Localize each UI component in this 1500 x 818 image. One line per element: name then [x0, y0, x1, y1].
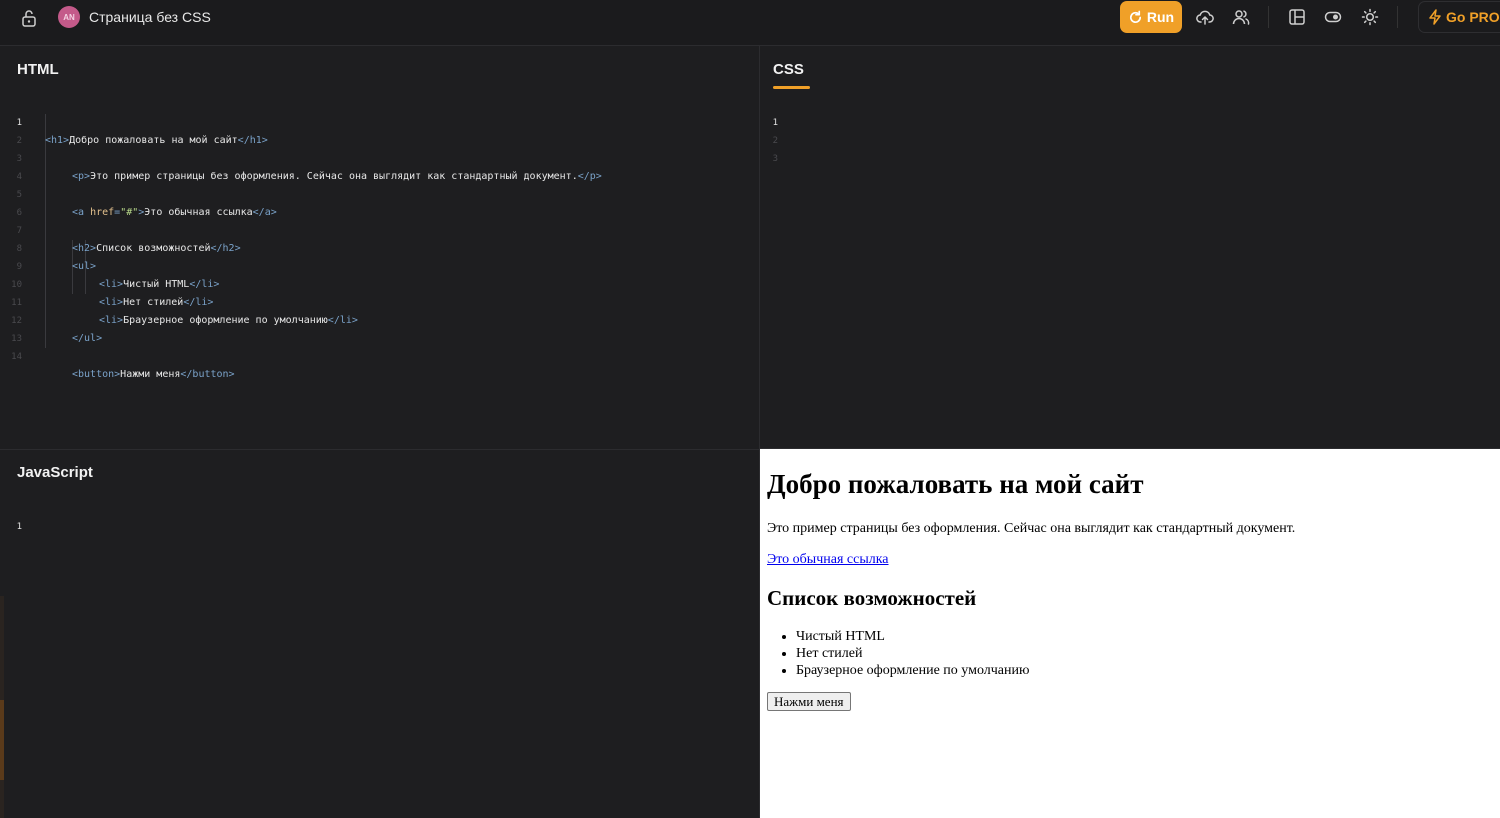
html-pane-label[interactable]: HTML [17, 61, 59, 78]
code-line: 1 [0, 500, 759, 532]
css-pane-label[interactable]: CSS [773, 61, 804, 78]
preview-subheading: Список возможностей [767, 586, 977, 610]
pane-divider-horizontal[interactable] [0, 449, 759, 450]
line-number: 1 [16, 522, 22, 532]
top-bar: AN Страница без CSS Run Go PRO [0, 0, 1500, 46]
bolt-icon [1429, 9, 1441, 25]
preview-list: Чистый HTML Нет стилей Браузерное оформл… [767, 628, 1029, 679]
code-line: 9 <li>Чистый HTML</li> [0, 240, 759, 290]
code-line: 5 <a href="#">Это обычная ссылка</a> [0, 168, 759, 218]
left-edge-strip [0, 700, 4, 780]
toolbar-separator [1397, 6, 1398, 28]
preview-heading: Добро пожаловать на мой сайт [767, 469, 1144, 499]
code-line: 14 <button>Нажми меня</button> [0, 330, 759, 380]
code-line: 1 <h1>Добро пожаловать на мой сайт</h1> [0, 96, 759, 146]
code-line: 3 [760, 132, 1500, 164]
run-button[interactable]: Run [1120, 1, 1182, 33]
line-number: 14 [11, 352, 22, 362]
list-item: Нет стилей [796, 645, 1029, 662]
code-line: 8 <ul> [0, 222, 759, 272]
code-line: 7 <h2>Список возможностей</h2> [0, 204, 759, 254]
go-pro-label: Go PRO [1446, 9, 1500, 25]
sun-icon[interactable] [1361, 8, 1379, 26]
avatar[interactable]: AN [58, 6, 80, 28]
layout-icon[interactable] [1288, 8, 1306, 26]
list-item: Браузерное оформление по умолчанию [796, 662, 1029, 679]
preview-link[interactable]: Это обычная ссылка [767, 552, 889, 568]
run-label: Run [1146, 9, 1175, 25]
code-line: 1 [760, 96, 1500, 128]
users-icon[interactable] [1232, 8, 1250, 26]
refresh-icon [1129, 10, 1141, 23]
code-line: 2 [0, 114, 759, 146]
html-editor-pane[interactable]: HTML 1 <h1>Добро пожаловать на мой сайт<… [0, 46, 759, 449]
code-line: 13 [0, 312, 759, 344]
html-code-editor[interactable]: 1 <h1>Добро пожаловать на мой сайт</h1> … [0, 96, 759, 380]
project-title[interactable]: Страница без CSS [89, 9, 211, 25]
line-number: 3 [772, 154, 778, 164]
preview-frame[interactable]: Добро пожаловать на мой сайт Это пример … [760, 449, 1500, 818]
go-pro-button[interactable]: Go PRO [1418, 1, 1500, 33]
cloud-upload-icon[interactable] [1196, 8, 1214, 26]
lock-icon[interactable] [21, 9, 37, 27]
preview-paragraph: Это пример страницы без оформления. Сейч… [767, 521, 1296, 536]
js-editor-pane[interactable]: JavaScript 1 [0, 450, 759, 818]
code-line: 2 [760, 114, 1500, 146]
css-code-editor[interactable]: 1 2 3 [760, 96, 1500, 164]
code-text: Нажми меня [120, 369, 181, 380]
js-code-editor[interactable]: 1 [0, 500, 759, 532]
code-line: 6 [0, 186, 759, 218]
toolbar-separator [1268, 6, 1269, 28]
toggle-icon[interactable] [1324, 8, 1342, 26]
css-editor-pane[interactable]: CSS 1 2 3 [760, 46, 1500, 449]
js-pane-label[interactable]: JavaScript [17, 464, 93, 481]
active-pane-indicator [773, 86, 810, 89]
code-line: 10 <li>Нет стилей</li> [0, 258, 759, 308]
code-line: 11 <li>Браузерное оформление по умолчани… [0, 276, 759, 326]
code-line: 12 </ul> [0, 294, 759, 344]
list-item: Чистый HTML [796, 628, 1029, 645]
preview-button[interactable]: Нажми меня [767, 692, 851, 711]
code-line: 4 [0, 150, 759, 182]
code-line: 3 <p>Это пример страницы без оформления.… [0, 132, 759, 182]
